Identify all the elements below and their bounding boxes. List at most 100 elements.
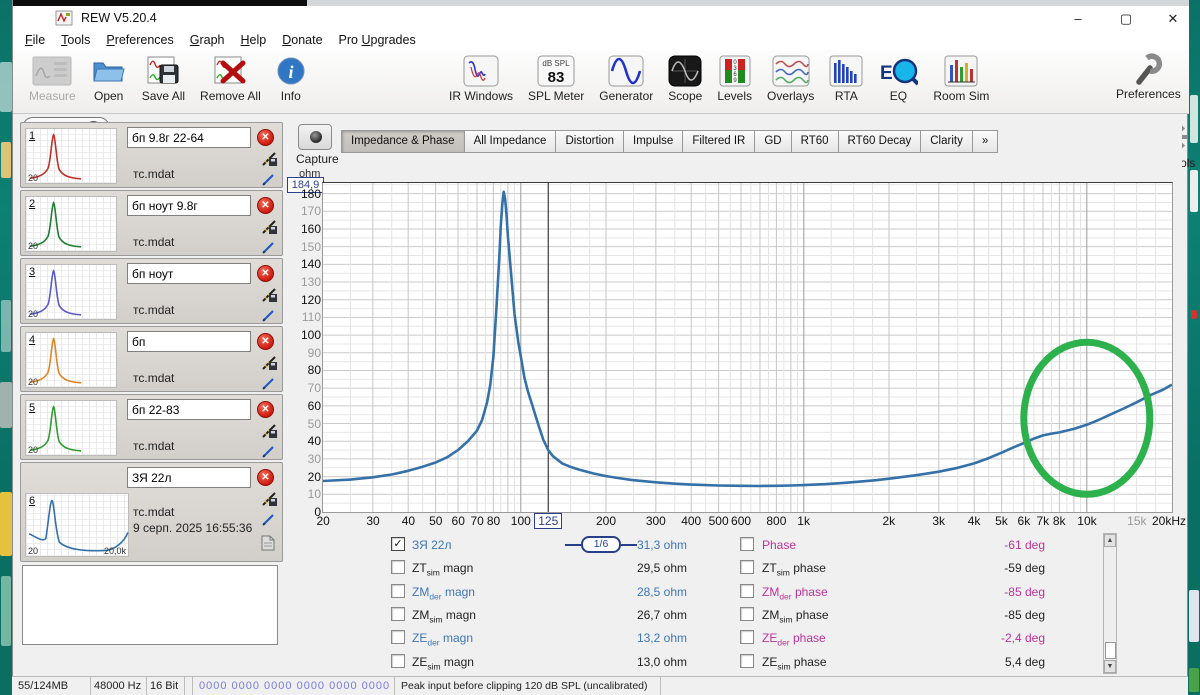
trace-settings-icon[interactable] [261, 287, 278, 308]
magn-checkbox[interactable]: ✓ [391, 537, 405, 551]
rta-button[interactable]: RTA [829, 54, 863, 103]
delete-measurement-button[interactable]: ✕ [257, 197, 274, 214]
close-button[interactable]: ✕ [1158, 10, 1188, 28]
scroll-down-button[interactable]: ▼ [1104, 660, 1116, 673]
phase-checkbox[interactable] [740, 653, 754, 668]
scroll-thumb[interactable] [1105, 642, 1116, 659]
measurement-name-input[interactable] [127, 331, 251, 352]
magn-checkbox[interactable] [391, 630, 405, 645]
thumbnail-curve [29, 405, 82, 452]
measurement-name-input[interactable] [127, 263, 251, 284]
tab-rt60-decay[interactable]: RT60 Decay [838, 130, 922, 153]
trace-settings-icon[interactable] [261, 151, 278, 172]
tab-rt60[interactable]: RT60 [791, 130, 839, 153]
notes-icon[interactable] [261, 535, 275, 556]
tab-[interactable]: » [972, 130, 999, 153]
phase-value: -59 deg [1004, 561, 1045, 576]
menu-item-preferences[interactable]: Preferences [98, 31, 181, 49]
spl-meter-button[interactable]: dB SPL 83 SPL Meter [528, 54, 584, 103]
delete-measurement-button[interactable]: ✕ [257, 401, 274, 418]
maximize-button[interactable]: ▢ [1111, 10, 1141, 28]
eq-button[interactable]: E EQ [878, 54, 919, 103]
tab-filtered-ir[interactable]: Filtered IR [683, 130, 756, 153]
measurement-thumbnail[interactable]: 4 20 [25, 332, 117, 388]
capture-button[interactable]: Capture [296, 124, 339, 166]
save-all-button[interactable]: Save All [142, 54, 185, 103]
magn-label: ZMsim magn [412, 607, 476, 625]
phase-checkbox[interactable] [740, 606, 754, 621]
measurement-thumbnail[interactable]: 6 20 20,0k [25, 493, 129, 557]
magn-checkbox[interactable] [391, 560, 405, 575]
pencil-icon[interactable] [261, 513, 276, 532]
phase-checkbox[interactable] [740, 560, 754, 575]
minimize-button[interactable]: – [1063, 10, 1093, 28]
measurement-name-input[interactable] [127, 127, 251, 148]
generator-button[interactable]: Generator [599, 54, 653, 103]
measurement-item[interactable]: ✕ 420 тс.mdat [20, 326, 283, 392]
generator-label: Generator [599, 89, 654, 103]
menu-item-help[interactable]: Help [233, 31, 275, 49]
scroll-up-button[interactable]: ▲ [1104, 534, 1116, 547]
measurement-item[interactable]: ✕ 320 тс.mdat [20, 258, 283, 324]
impedance-chart [322, 183, 1173, 512]
svg-text:83: 83 [548, 69, 565, 86]
trace-settings-icon[interactable] [261, 423, 278, 444]
menu-item-file[interactable]: File [17, 31, 53, 49]
y-tick-label: 40 [307, 434, 321, 449]
delete-measurement-button[interactable]: ✕ [257, 129, 274, 146]
y-tick-label: 30 [307, 451, 321, 466]
legend-scrollbar[interactable]: ▲ ▼ [1103, 533, 1117, 674]
remove-all-button[interactable]: Remove All [200, 54, 261, 103]
ir-windows-button[interactable]: IR Windows [449, 54, 513, 103]
delete-measurement-button[interactable]: ✕ [257, 333, 274, 350]
menu-item-pro-upgrades[interactable]: Pro Upgrades [331, 31, 424, 49]
measurement-name-input[interactable] [127, 467, 251, 488]
phase-value: -61 deg [1004, 538, 1045, 552]
remove-all-icon [211, 54, 249, 88]
magn-checkbox[interactable] [391, 606, 405, 621]
measurement-name-input[interactable] [127, 195, 251, 216]
y-tick-label: 10 [307, 487, 321, 502]
delete-measurement-button[interactable]: ✕ [257, 469, 274, 486]
measurement-item[interactable]: ✕62020,0kтс.mdat9 серп. 2025 16:55:36 [20, 462, 283, 562]
tab-all-impedance[interactable]: All Impedance [464, 130, 557, 153]
measurement-notes-input[interactable] [22, 565, 278, 645]
tab-impedance-phase[interactable]: Impedance & Phase [341, 130, 465, 153]
measurement-item[interactable]: ✕ 520 тс.mdat [20, 394, 283, 460]
trace-settings-icon[interactable] [261, 355, 278, 376]
info-button[interactable]: i Info [276, 54, 306, 103]
trace-settings-icon[interactable] [261, 491, 278, 512]
trace-settings-icon[interactable] [261, 219, 278, 240]
delete-measurement-button[interactable]: ✕ [257, 265, 274, 282]
preferences-button[interactable]: Preferences [1116, 52, 1181, 101]
measurement-thumbnail[interactable]: 1 20 [25, 128, 117, 184]
measurement-thumbnail[interactable]: 3 20 [25, 264, 117, 320]
phase-checkbox[interactable] [740, 537, 754, 551]
overlays-button[interactable]: Overlays [767, 54, 814, 103]
levels-button[interactable]: 0 3 6 9 Levels [717, 54, 752, 103]
menu-item-donate[interactable]: Donate [274, 31, 330, 49]
measurement-item[interactable]: ✕ 120 тс.mdat [20, 122, 283, 188]
tab-gd[interactable]: GD [755, 130, 792, 153]
legend-row: ZMsim magn 26,7 ohm ZMsim phase -85 deg [385, 603, 1102, 626]
measurement-name-input[interactable] [127, 399, 251, 420]
menu-item-graph[interactable]: Graph [182, 31, 233, 49]
open-button[interactable]: Open [91, 54, 127, 103]
measurement-thumbnail[interactable]: 5 20 [25, 400, 117, 456]
save-all-icon [144, 54, 182, 88]
tab-distortion[interactable]: Distortion [556, 130, 625, 153]
menu-item-tools[interactable]: Tools [53, 31, 98, 49]
phase-checkbox[interactable] [740, 583, 754, 598]
plot-area[interactable] [322, 182, 1173, 513]
measure-button[interactable]: Measure [29, 54, 76, 103]
measurement-thumbnail[interactable]: 2 20 [25, 196, 117, 252]
tab-clarity[interactable]: Clarity [921, 130, 973, 153]
tab-impulse[interactable]: Impulse [624, 130, 684, 153]
scope-button[interactable]: Scope [668, 54, 702, 103]
magn-checkbox[interactable] [391, 583, 405, 598]
x-tick-label: 20kHz [1152, 514, 1187, 528]
room-sim-button[interactable]: Room Sim [933, 54, 989, 103]
phase-checkbox[interactable] [740, 630, 754, 645]
measurement-item[interactable]: ✕ 220 тс.mdat [20, 190, 283, 256]
magn-checkbox[interactable] [391, 653, 405, 668]
